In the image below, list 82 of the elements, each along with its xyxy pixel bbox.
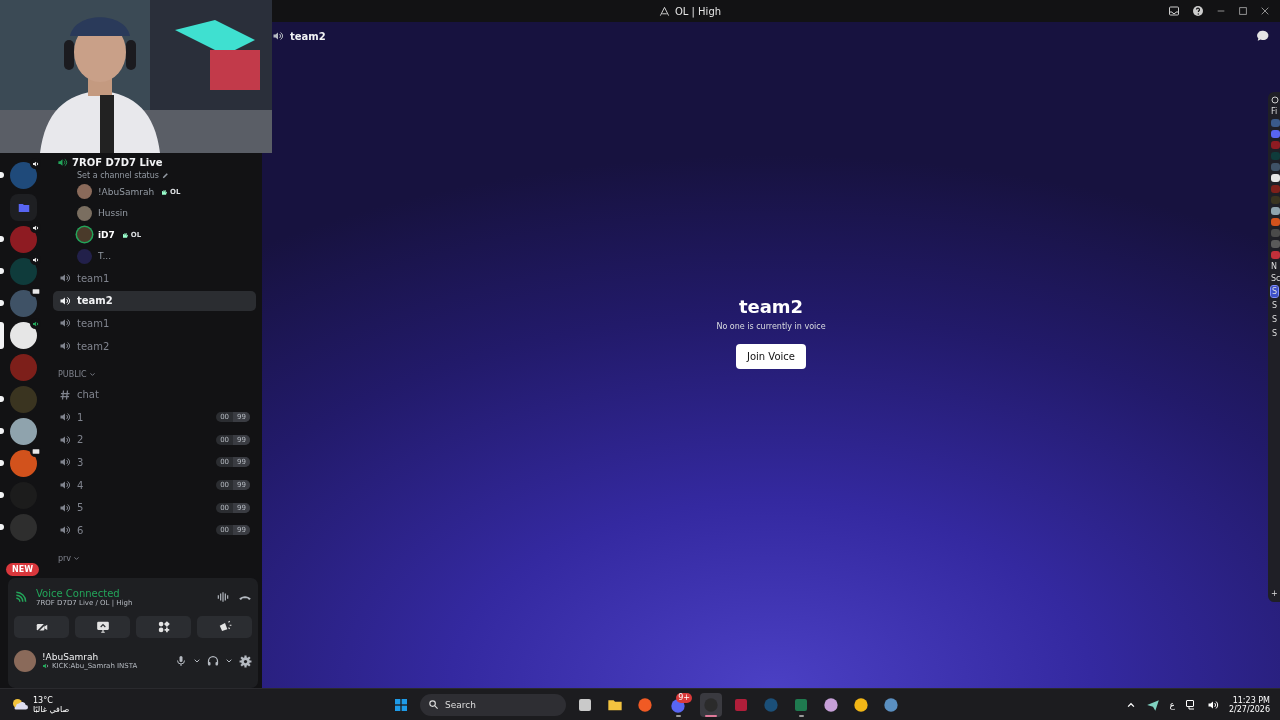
join-voice-button[interactable]: Join Voice — [736, 343, 806, 369]
scene-item[interactable]: S — [1271, 286, 1279, 297]
volume-icon[interactable] — [1206, 698, 1219, 711]
clock[interactable]: 11:23 PM 2/27/2026 — [1228, 695, 1270, 714]
channel-item[interactable]: chat — [53, 384, 256, 405]
scene-item[interactable]: S — [1271, 300, 1279, 311]
chat-icon[interactable] — [1256, 29, 1270, 43]
speaker-icon — [59, 340, 71, 353]
weather-text: صافي غالبًا — [33, 704, 70, 714]
member-name[interactable]: !AbuSamrah — [98, 186, 155, 197]
temperature: 13°C — [33, 695, 54, 705]
channel-item[interactable]: team1 — [53, 268, 256, 289]
hand-icon — [160, 187, 169, 196]
chevron-icon[interactable] — [193, 657, 201, 665]
speaker-icon — [57, 156, 68, 168]
chevron-icon — [88, 370, 96, 378]
scene-item[interactable]: S — [1271, 328, 1279, 339]
speaker-icon — [59, 433, 71, 446]
speaker-icon — [59, 479, 71, 492]
panel-label: N — [1271, 262, 1277, 271]
voice-action-button[interactable] — [197, 616, 252, 638]
channel-name[interactable]: 7ROF D7D7 Live — [72, 156, 163, 168]
network-icon[interactable] — [1184, 698, 1197, 711]
voice-action-button[interactable] — [136, 616, 191, 638]
speaker-icon — [59, 317, 71, 330]
speaker-icon — [59, 501, 71, 514]
triangle-logo-icon — [658, 5, 670, 17]
category-header[interactable]: prv — [58, 554, 72, 564]
voice-channel-title: team2 — [738, 295, 804, 317]
speaker-icon — [59, 456, 71, 469]
scene-item[interactable]: S — [1271, 314, 1279, 325]
screen-share-icon — [95, 620, 110, 634]
category-header[interactable]: PUBLIC — [58, 369, 87, 379]
member-name[interactable]: Hussin — [98, 208, 129, 219]
member-name[interactable]: iD7 — [98, 229, 115, 240]
input-language[interactable]: ع — [1169, 699, 1175, 710]
hand-icon — [120, 230, 129, 239]
chevron-icon — [73, 555, 81, 563]
speaker-icon — [272, 30, 284, 42]
speaker-icon — [59, 272, 71, 285]
microphone-icon[interactable] — [175, 655, 187, 667]
speaker-icon — [59, 524, 71, 537]
voice-action-button[interactable] — [75, 616, 130, 638]
notification-badge: 9+ — [676, 692, 692, 703]
date: 2/27/2026 — [1228, 704, 1270, 714]
settings-icon[interactable] — [239, 654, 252, 668]
search-icon — [428, 699, 439, 710]
empty-voice-message: No one is currently in voice — [716, 321, 826, 331]
soundboard-icon — [217, 620, 232, 634]
channel-title: team2 — [290, 30, 326, 42]
channel-item[interactable]: team1 — [53, 313, 256, 334]
hash-icon — [59, 388, 71, 401]
maximize-icon[interactable] — [1238, 6, 1248, 16]
speaker-icon — [59, 411, 71, 424]
user-avatar[interactable] — [14, 650, 36, 672]
voice-action-button[interactable] — [14, 616, 69, 638]
window-title: OL | High — [674, 5, 722, 17]
inbox-icon[interactable] — [1168, 5, 1180, 17]
signal-icon — [14, 590, 28, 604]
pencil-icon — [161, 171, 169, 179]
search-field[interactable]: Search — [420, 693, 566, 716]
user-name: !AbuSamrah — [42, 652, 100, 662]
chevron-icon[interactable] — [225, 657, 233, 665]
panel-heading: Fi — [1271, 107, 1278, 116]
taskbar-app[interactable]: 9+ — [664, 692, 692, 717]
close-icon[interactable] — [1260, 6, 1270, 16]
channel-item[interactable]: team2 — [53, 336, 256, 357]
speaker-icon — [59, 294, 71, 307]
time: 11:23 PM — [1232, 695, 1270, 705]
add-button[interactable]: + — [1271, 589, 1278, 598]
member-name[interactable]: T... — [98, 251, 111, 262]
speaker-icon — [42, 662, 50, 670]
new-badge: NEW — [6, 563, 39, 576]
panel-section: Sc — [1271, 274, 1280, 283]
activities-icon — [156, 620, 171, 634]
help-icon[interactable] — [1192, 5, 1204, 17]
voice-status: Voice Connected — [36, 587, 121, 599]
headphones-icon[interactable] — [207, 655, 219, 667]
soundwave-icon[interactable] — [216, 590, 230, 604]
send-icon[interactable] — [1145, 697, 1160, 712]
status-link[interactable]: Set a channel status — [77, 170, 159, 180]
channel-item[interactable]: team2 — [53, 290, 256, 311]
